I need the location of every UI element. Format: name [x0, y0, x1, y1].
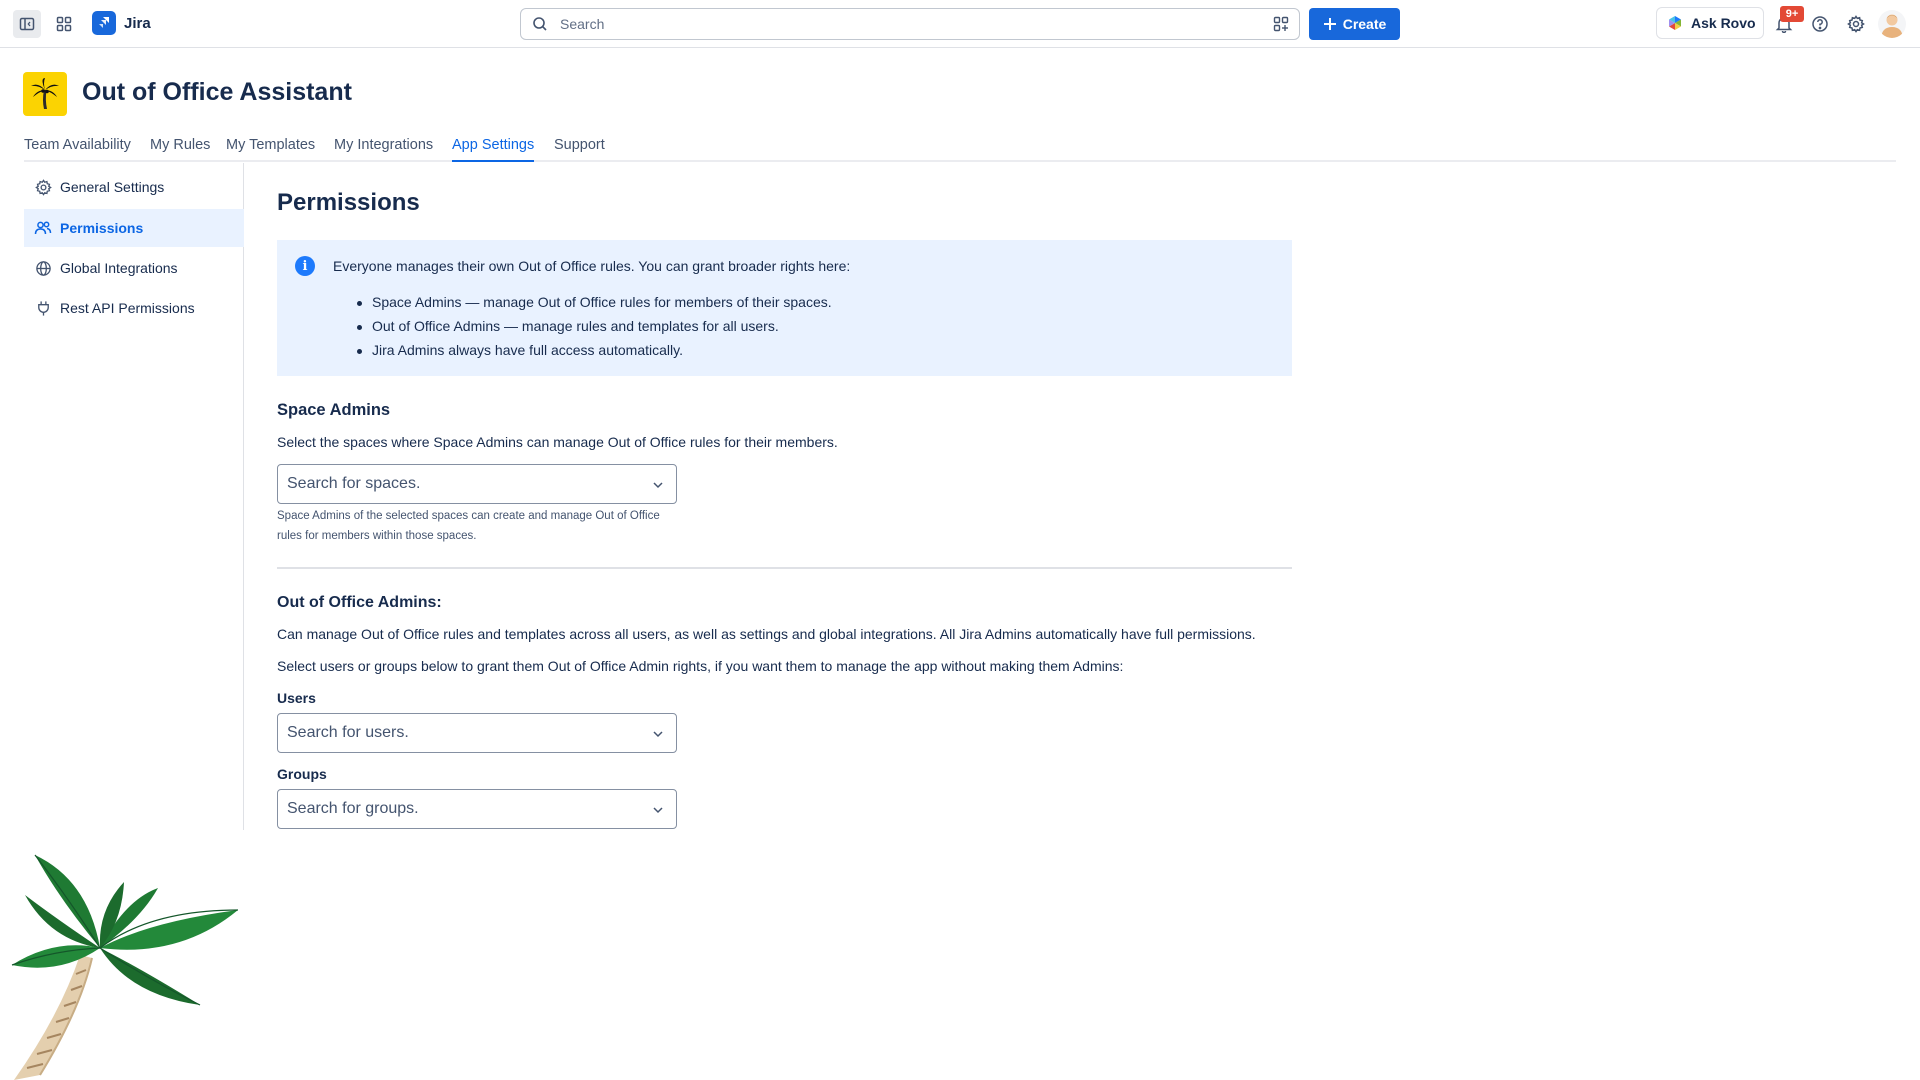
- space-admins-heading: Space Admins: [277, 401, 391, 419]
- chevron-down-icon: [653, 807, 663, 814]
- sidebar-item-label: General Settings: [60, 179, 165, 195]
- list-item: Space Admins — manage Out of Office rule…: [357, 294, 832, 318]
- help-icon: [1812, 16, 1828, 32]
- sidebar-item-permissions[interactable]: Permissions: [24, 209, 244, 247]
- tab-app-settings[interactable]: App Settings: [452, 137, 535, 162]
- tab-my-templates[interactable]: My Templates: [226, 137, 315, 162]
- jira-logo-icon: [92, 11, 116, 35]
- chevron-down-icon: [653, 731, 663, 738]
- app-switcher-icon: [56, 16, 72, 32]
- app-tabs: Team Availability My Rules My Templates …: [24, 134, 1896, 162]
- sidebar-item-global-integrations[interactable]: Global Integrations: [24, 249, 244, 287]
- ask-rovo-button[interactable]: Ask Rovo: [1656, 7, 1764, 39]
- notification-badge: 9+: [1780, 6, 1804, 22]
- search-input[interactable]: Search: [520, 8, 1300, 40]
- search-placeholder: Search: [560, 16, 605, 32]
- rovo-search-icon[interactable]: [1271, 14, 1291, 34]
- users-label: Users: [277, 690, 316, 706]
- chevron-down-icon: [653, 482, 663, 489]
- info-icon: i: [295, 256, 315, 276]
- sidebar-item-rest-api-permissions[interactable]: Rest API Permissions: [24, 289, 244, 327]
- sidebar-toggle-button[interactable]: [13, 10, 41, 38]
- people-icon: [34, 219, 52, 237]
- spaces-help-text: Space Admins of the selected spaces can …: [277, 510, 660, 542]
- groups-label: Groups: [277, 766, 327, 782]
- settings-sidebar: General Settings Permissions Global Inte…: [24, 163, 244, 830]
- app-logo: [23, 72, 67, 116]
- ooo-admins-instruction: Select users or groups below to grant th…: [277, 658, 1124, 674]
- users-select-placeholder: Search for users.: [287, 724, 409, 741]
- rovo-logo-icon: [1669, 16, 1681, 30]
- help-button[interactable]: [1806, 10, 1834, 38]
- app-switcher-button[interactable]: [50, 10, 78, 38]
- sidebar-toggle-icon: [19, 17, 35, 31]
- ask-rovo-label: Ask Rovo: [1691, 15, 1756, 31]
- settings-button[interactable]: [1842, 10, 1870, 38]
- section-divider: [277, 567, 1292, 569]
- tab-my-rules[interactable]: My Rules: [150, 137, 210, 162]
- search-icon: [532, 15, 550, 33]
- gear-icon: [34, 178, 52, 196]
- palm-tree-illustration: [11, 854, 239, 1080]
- plus-icon: [1323, 18, 1336, 30]
- avatar[interactable]: [1878, 10, 1906, 38]
- ooo-admins-description: Can manage Out of Office rules and templ…: [277, 626, 1256, 642]
- app-title: Out of Office Assistant: [82, 78, 352, 106]
- sidebar-item-general-settings[interactable]: General Settings: [24, 168, 244, 206]
- list-item: Jira Admins always have full access auto…: [357, 342, 832, 366]
- sidebar-item-label: Global Integrations: [60, 260, 178, 276]
- user-avatar-icon: [1881, 14, 1903, 38]
- info-message: i Everyone manages their own Out of Offi…: [277, 240, 1292, 376]
- sidebar-item-label: Permissions: [60, 220, 144, 236]
- palm-tree-icon: [31, 78, 59, 109]
- jira-home-link[interactable]: Jira: [92, 11, 151, 35]
- gear-icon: [1847, 15, 1865, 33]
- groups-select[interactable]: Search for groups.: [277, 789, 677, 829]
- page-title: Permissions: [277, 189, 420, 216]
- spaces-select[interactable]: Search for spaces.: [277, 464, 677, 504]
- tab-my-integrations[interactable]: My Integrations: [334, 137, 433, 162]
- create-button[interactable]: Create: [1309, 8, 1400, 40]
- sidebar-item-label: Rest API Permissions: [60, 300, 195, 316]
- space-admins-description: Select the spaces where Space Admins can…: [277, 434, 838, 450]
- tab-support[interactable]: Support: [554, 137, 605, 162]
- info-bullet-list: Space Admins — manage Out of Office rule…: [357, 294, 832, 366]
- globe-icon: [34, 259, 52, 277]
- users-select[interactable]: Search for users.: [277, 713, 677, 753]
- ooo-admins-heading: Out of Office Admins:: [277, 594, 442, 611]
- info-intro: Everyone manages their own Out of Office…: [333, 258, 851, 274]
- product-name: Jira: [124, 14, 151, 32]
- tab-team-availability[interactable]: Team Availability: [24, 137, 131, 162]
- plug-icon: [34, 299, 52, 317]
- create-label: Create: [1342, 16, 1387, 32]
- top-navigation: Jira Search Create Ask Rovo 9+: [0, 0, 1920, 48]
- list-item: Out of Office Admins — manage rules and …: [357, 318, 832, 342]
- groups-select-placeholder: Search for groups.: [287, 800, 419, 817]
- spaces-select-placeholder: Search for spaces.: [287, 475, 421, 492]
